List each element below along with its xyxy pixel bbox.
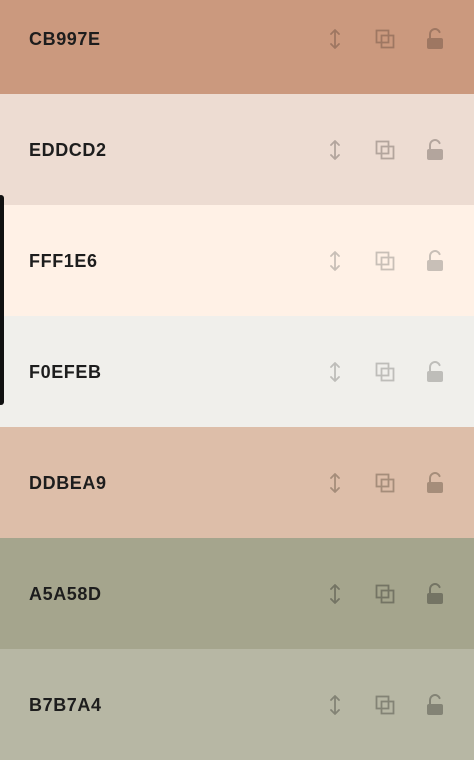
drag-handle-icon[interactable] <box>323 249 347 273</box>
color-swatch[interactable]: FFF1E6 <box>0 205 474 316</box>
unlock-icon[interactable] <box>423 27 447 51</box>
copy-icon[interactable] <box>373 360 397 384</box>
drag-handle-icon[interactable] <box>323 693 347 717</box>
copy-icon[interactable] <box>373 27 397 51</box>
unlock-icon[interactable] <box>423 471 447 495</box>
hex-code[interactable]: CB997E <box>29 29 101 49</box>
hex-code[interactable]: A5A58D <box>29 584 102 604</box>
drag-handle-icon[interactable] <box>323 27 347 51</box>
color-palette: CB997E EDDCD2 FFF1E6 F0EFEB DDBEA9 A5A58… <box>0 0 474 760</box>
color-swatch[interactable]: EDDCD2 <box>0 94 474 205</box>
copy-icon[interactable] <box>373 138 397 162</box>
color-swatch[interactable]: A5A58D <box>0 538 474 649</box>
hex-code[interactable]: F0EFEB <box>29 362 102 382</box>
color-swatch[interactable]: CB997E <box>0 0 474 94</box>
unlock-icon[interactable] <box>423 138 447 162</box>
unlock-icon[interactable] <box>423 582 447 606</box>
hex-code[interactable]: DDBEA9 <box>29 473 107 493</box>
copy-icon[interactable] <box>373 693 397 717</box>
edge-drag-handle[interactable] <box>0 195 4 405</box>
unlock-icon[interactable] <box>423 249 447 273</box>
unlock-icon[interactable] <box>423 360 447 384</box>
unlock-icon[interactable] <box>423 693 447 717</box>
hex-code[interactable]: FFF1E6 <box>29 251 98 271</box>
drag-handle-icon[interactable] <box>323 471 347 495</box>
copy-icon[interactable] <box>373 582 397 606</box>
hex-code[interactable]: B7B7A4 <box>29 695 102 715</box>
color-swatch[interactable]: F0EFEB <box>0 316 474 427</box>
copy-icon[interactable] <box>373 471 397 495</box>
drag-handle-icon[interactable] <box>323 360 347 384</box>
hex-code[interactable]: EDDCD2 <box>29 140 107 160</box>
copy-icon[interactable] <box>373 249 397 273</box>
color-swatch[interactable]: DDBEA9 <box>0 427 474 538</box>
drag-handle-icon[interactable] <box>323 582 347 606</box>
color-swatch[interactable]: B7B7A4 <box>0 649 474 760</box>
drag-handle-icon[interactable] <box>323 138 347 162</box>
